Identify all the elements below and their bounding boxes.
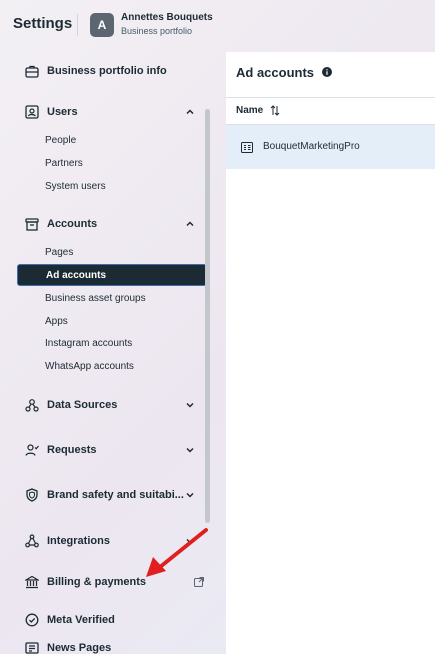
- subitem-label: Instagram accounts: [45, 337, 133, 349]
- chevron-up-icon[interactable]: [184, 218, 196, 230]
- info-icon[interactable]: [322, 67, 332, 77]
- account-subtitle: Business portfolio: [121, 26, 193, 36]
- subitem-label: Pages: [45, 246, 74, 258]
- subitem-label: WhatsApp accounts: [45, 360, 134, 372]
- chevron-up-icon[interactable]: [184, 106, 196, 118]
- sidebar-item-users[interactable]: Users: [17, 100, 207, 124]
- sidebar-item-label: Meta Verified: [47, 614, 115, 626]
- subitem-label: People: [45, 134, 77, 146]
- subitem-label: Partners: [45, 157, 83, 169]
- header-divider: [226, 97, 435, 98]
- sidebar-item-label: Brand safety and suitabi...: [47, 489, 184, 501]
- sidebar-item-business-portfolio-info[interactable]: Business portfolio info: [17, 59, 207, 83]
- subitem-label: System users: [45, 180, 106, 192]
- header-divider: [77, 14, 78, 36]
- news-icon: [23, 639, 41, 654]
- chevron-down-icon[interactable]: [184, 489, 196, 501]
- sidebar-subitem-people[interactable]: People: [17, 129, 207, 151]
- sidebar-subitem-instagram-accounts[interactable]: Instagram accounts: [17, 332, 207, 354]
- shield-icon: [23, 486, 41, 504]
- sidebar-subitem-ad-accounts[interactable]: Ad accounts: [17, 264, 207, 286]
- id-card-icon: [23, 103, 41, 121]
- sidebar-item-requests[interactable]: Requests: [17, 438, 207, 462]
- sidebar-item-label: Business portfolio info: [47, 65, 167, 77]
- sidebar-subitem-partners[interactable]: Partners: [17, 152, 207, 174]
- bank-icon: [23, 573, 41, 591]
- avatar[interactable]: A: [90, 13, 114, 37]
- archive-box-icon: [23, 215, 41, 233]
- subitem-label: Business asset groups: [45, 292, 146, 304]
- sidebar-item-meta-verified[interactable]: Meta Verified: [17, 608, 207, 632]
- sidebar-scrollbar[interactable]: [205, 109, 210, 523]
- subitem-label: Apps: [45, 315, 68, 327]
- column-header-name[interactable]: Name: [236, 105, 263, 116]
- sidebar-item-news-pages[interactable]: News Pages: [17, 636, 207, 654]
- subitem-label: Ad accounts: [46, 269, 107, 281]
- chevron-down-icon[interactable]: [184, 444, 196, 456]
- data-sources-icon: [23, 396, 41, 414]
- sort-icon[interactable]: [270, 105, 280, 116]
- sidebar-item-data-sources[interactable]: Data Sources: [17, 393, 207, 417]
- ad-account-icon: [241, 142, 253, 153]
- briefcase-icon: [23, 62, 41, 80]
- chevron-down-icon[interactable]: [184, 399, 196, 411]
- integrations-icon: [23, 532, 41, 550]
- annotation-arrow-icon: [146, 528, 208, 577]
- verified-badge-icon: [23, 611, 41, 629]
- sidebar-subitem-system-users[interactable]: System users: [17, 175, 207, 197]
- page-title: Ad accounts: [236, 65, 315, 80]
- top-bar: Settings A Annettes Bouquets Business po…: [0, 0, 435, 50]
- main-panel: Ad accounts Name BouquetMarketingPro: [226, 52, 435, 654]
- sidebar-item-label: Users: [47, 106, 78, 118]
- sidebar-item-label: Billing & payments: [47, 576, 147, 588]
- sidebar-item-label: Data Sources: [47, 399, 118, 411]
- ad-account-name[interactable]: BouquetMarketingPro: [263, 141, 360, 152]
- sidebar-subitem-whatsapp-accounts[interactable]: WhatsApp accounts: [17, 355, 207, 377]
- sidebar-subitem-pages[interactable]: Pages: [17, 241, 207, 263]
- account-name[interactable]: Annettes Bouquets: [121, 12, 213, 23]
- app-title: Settings: [13, 15, 73, 32]
- sidebar-subitem-apps[interactable]: Apps: [17, 310, 207, 332]
- sidebar-item-label: News Pages: [47, 642, 112, 654]
- table-row[interactable]: BouquetMarketingPro: [226, 124, 435, 169]
- sidebar-subitem-business-asset-groups[interactable]: Business asset groups: [17, 287, 207, 309]
- sidebar-item-label: Requests: [47, 444, 97, 456]
- sidebar-item-brand-safety[interactable]: Brand safety and suitabi...: [17, 483, 207, 507]
- sidebar-item-label: Accounts: [47, 218, 98, 230]
- sidebar-item-accounts[interactable]: Accounts: [17, 212, 207, 236]
- person-request-icon: [23, 441, 41, 459]
- sidebar-item-label: Integrations: [47, 535, 110, 547]
